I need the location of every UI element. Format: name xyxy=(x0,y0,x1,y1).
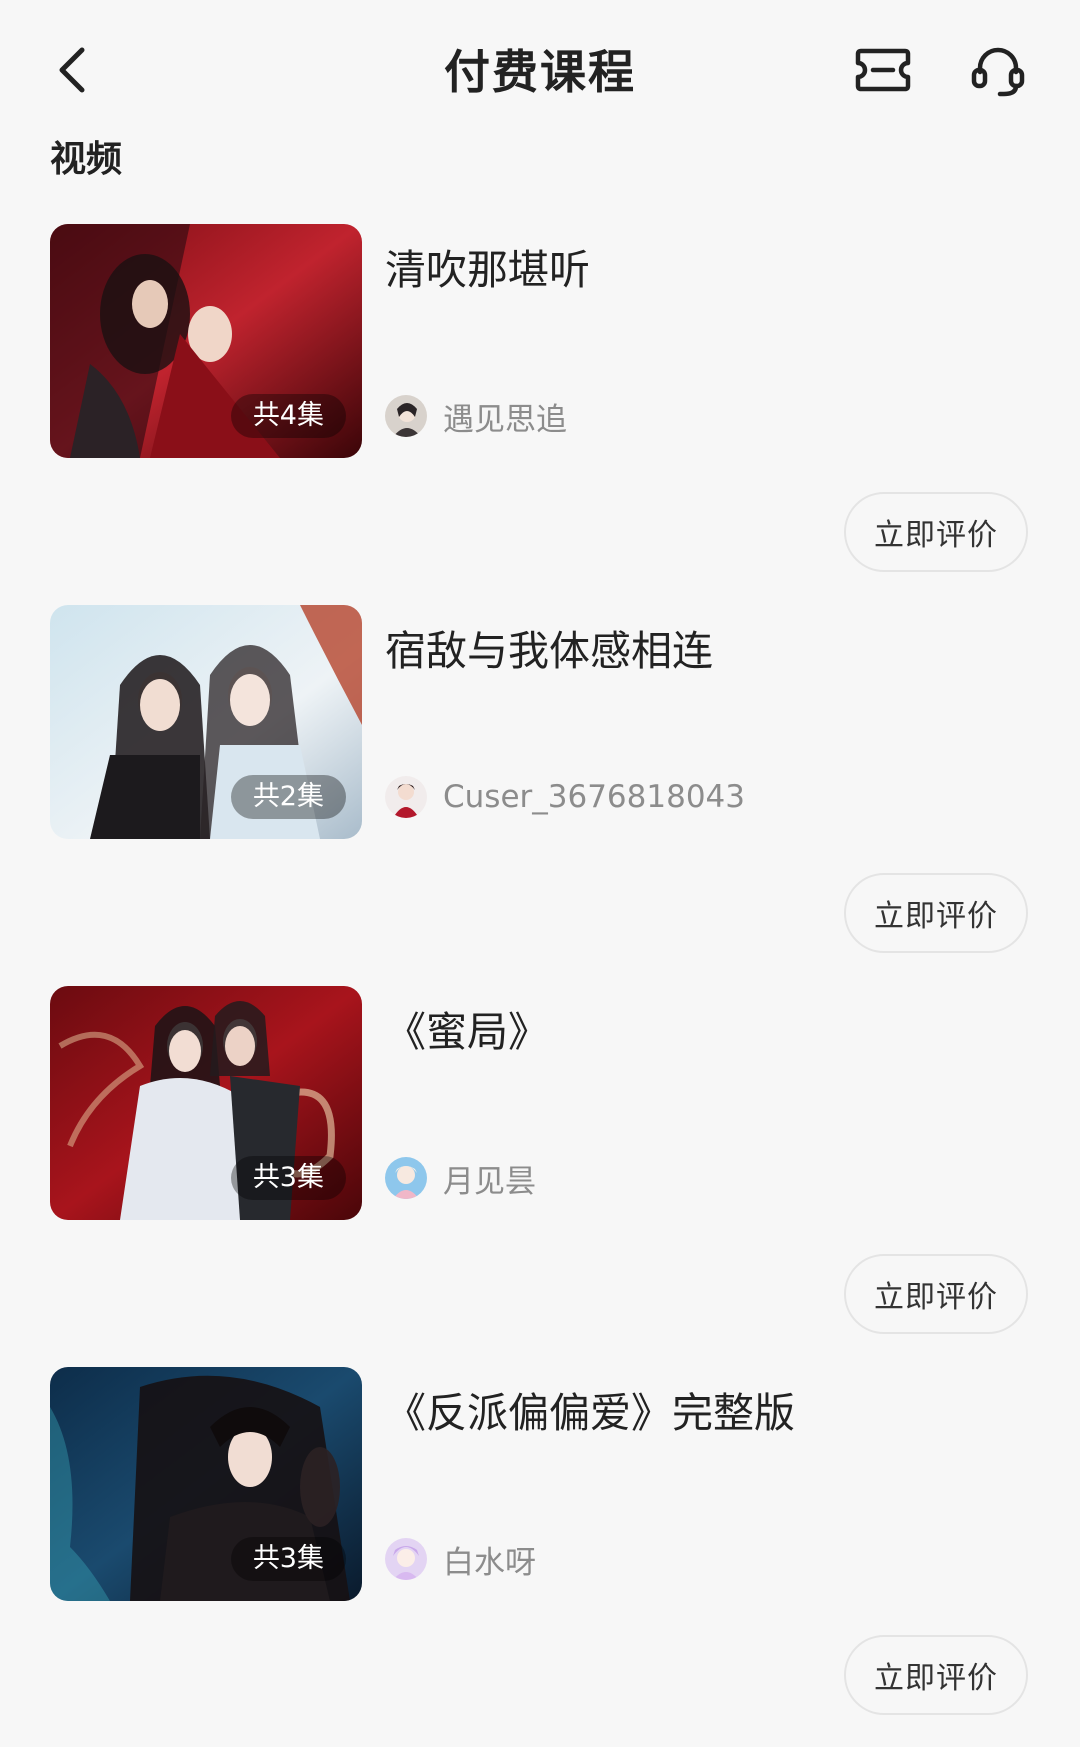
headset-icon xyxy=(971,47,1025,97)
author-name: 遇见思追 xyxy=(443,401,567,438)
rate-now-button[interactable]: 立即评价 xyxy=(844,492,1028,572)
page-title: 付费课程 xyxy=(444,45,636,99)
author-name: 月见昙 xyxy=(443,1163,536,1200)
author-info[interactable]: Cuser_3676818043 xyxy=(385,775,745,819)
episode-count-badge: 共4集 xyxy=(230,394,346,438)
author-avatar xyxy=(385,1538,427,1580)
course-title[interactable]: 《蜜局》 xyxy=(385,998,549,1058)
course-cover[interactable]: 共4集 xyxy=(50,224,362,458)
author-info[interactable]: 遇见思追 xyxy=(385,394,567,438)
course-item[interactable]: 共4集 清吹那堪听 遇见思追 立即评价 xyxy=(0,224,1080,604)
section-label-video: 视频 xyxy=(50,139,123,180)
course-title[interactable]: 宿敌与我体感相连 xyxy=(385,617,713,677)
course-item[interactable]: 共3集 《反派偏偏爱》完整版 白水呀 立即评价 xyxy=(0,1367,1080,1747)
course-title[interactable]: 《反派偏偏爱》完整版 xyxy=(385,1379,795,1439)
course-cover[interactable]: 共3集 xyxy=(50,986,362,1220)
course-item[interactable]: 共3集 《蜜局》 月见昙 立即评价 xyxy=(0,986,1080,1366)
episode-count-badge: 共3集 xyxy=(230,1537,346,1581)
author-info[interactable]: 白水呀 xyxy=(385,1537,536,1581)
author-info[interactable]: 月见昙 xyxy=(385,1156,536,1200)
course-cover[interactable]: 共2集 xyxy=(50,605,362,839)
course-title[interactable]: 清吹那堪听 xyxy=(385,236,590,296)
ticket-icon xyxy=(855,48,911,92)
top-bar: 付费课程 xyxy=(0,0,1080,136)
author-avatar xyxy=(385,776,427,818)
customer-service-button[interactable] xyxy=(968,40,1028,100)
author-avatar xyxy=(385,1157,427,1199)
course-item[interactable]: 共2集 宿敌与我体感相连 Cuser_3676818043 立即评价 xyxy=(0,605,1080,985)
rate-now-button[interactable]: 立即评价 xyxy=(844,1254,1028,1334)
author-avatar xyxy=(385,395,427,437)
author-name: Cuser_3676818043 xyxy=(443,779,745,815)
ticket-button[interactable] xyxy=(852,40,914,100)
episode-count-badge: 共2集 xyxy=(230,775,346,819)
rate-now-button[interactable]: 立即评价 xyxy=(844,1635,1028,1715)
episode-count-badge: 共3集 xyxy=(230,1156,346,1200)
course-cover[interactable]: 共3集 xyxy=(50,1367,362,1601)
author-name: 白水呀 xyxy=(443,1544,536,1581)
rate-now-button[interactable]: 立即评价 xyxy=(844,873,1028,953)
